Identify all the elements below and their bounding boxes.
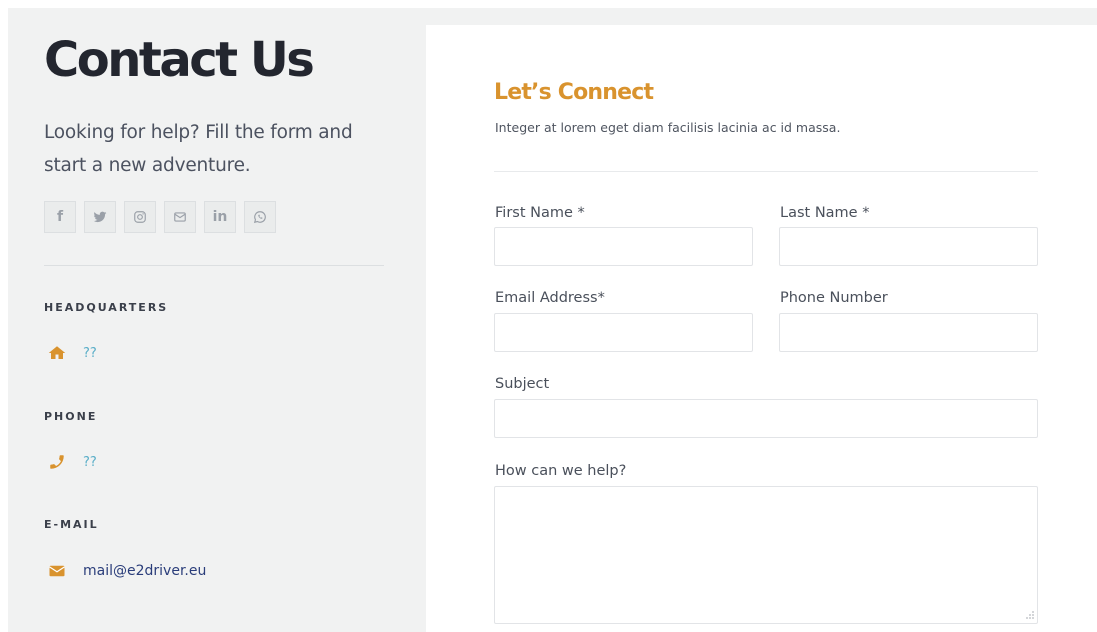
message-textarea[interactable] [494, 486, 1038, 624]
phone-heading: PHONE [44, 410, 98, 423]
instagram-button[interactable] [124, 201, 156, 233]
subject-label: Subject [495, 376, 550, 392]
last-name-input[interactable] [779, 227, 1038, 266]
envelope-icon [47, 562, 67, 580]
top-strip [426, 8, 1097, 25]
phone-row: ?? [47, 453, 97, 471]
email-label: Email Address* [495, 290, 605, 306]
twitter-icon [93, 211, 107, 223]
first-name-input[interactable] [494, 227, 753, 266]
last-name-label: Last Name * [780, 205, 870, 221]
headquarters-heading: HEADQUARTERS [44, 301, 169, 314]
intro-text: Looking for help? Fill the form and star… [44, 122, 353, 176]
headquarters-value[interactable]: ?? [83, 346, 97, 361]
email-share-button[interactable] [164, 201, 196, 233]
twitter-button[interactable] [84, 201, 116, 233]
phone-value[interactable]: ?? [83, 455, 97, 470]
envelope-icon [174, 212, 186, 222]
phone-icon [47, 453, 67, 471]
contact-info-panel [8, 8, 426, 632]
resize-handle-icon[interactable] [1025, 610, 1035, 620]
email-heading: E-MAIL [44, 518, 99, 531]
message-label: How can we help? [495, 463, 627, 479]
subject-input[interactable] [494, 399, 1038, 438]
facebook-icon: f [56, 209, 64, 225]
headquarters-row: ?? [47, 344, 97, 362]
phone-number-input[interactable] [779, 313, 1038, 352]
form-subtitle: Integer at lorem eget diam facilisis lac… [495, 120, 841, 135]
linkedin-icon: in [212, 209, 228, 225]
form-title: Let’s Connect [494, 80, 654, 105]
linkedin-button[interactable]: in [204, 201, 236, 233]
social-links: f in [44, 201, 276, 233]
facebook-button[interactable]: f [44, 201, 76, 233]
instagram-icon [134, 211, 146, 223]
home-icon [47, 344, 67, 362]
email-link[interactable]: mail@e2driver.eu [83, 563, 206, 579]
page-title: Contact Us [44, 32, 315, 88]
form-divider [494, 171, 1038, 172]
email-row: mail@e2driver.eu [47, 562, 206, 580]
phone-number-label: Phone Number [780, 290, 888, 306]
email-input[interactable] [494, 313, 753, 352]
whatsapp-icon [253, 211, 266, 224]
first-name-label: First Name * [495, 205, 585, 221]
whatsapp-button[interactable] [244, 201, 276, 233]
divider [44, 265, 384, 266]
